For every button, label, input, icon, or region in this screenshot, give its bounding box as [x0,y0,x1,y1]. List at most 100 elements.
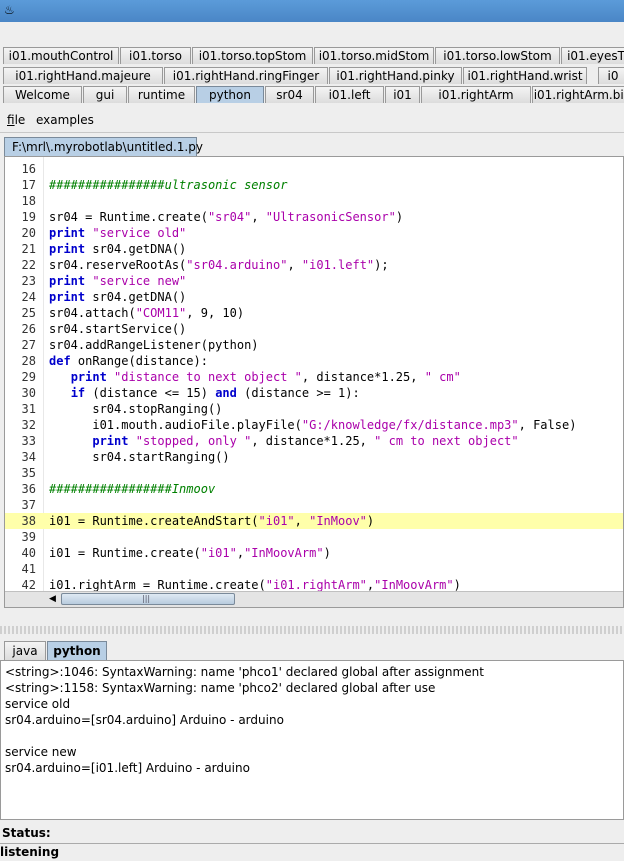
line-number: 27 [21,338,36,352]
tab-i01-left[interactable]: i01.left [315,86,384,103]
code-line[interactable]: 26 sr04.startService() [5,321,623,337]
code-line[interactable]: 23 print "service new" [5,273,623,289]
code-line[interactable]: 36 #################Inmoov [5,481,623,497]
line-number: 37 [21,498,36,512]
code-line[interactable]: 16 [5,161,623,177]
line-number: 21 [21,242,36,256]
code-text: print "service old" [49,226,187,240]
editor-file-tab[interactable]: F:\mrl\.myrobotlab\untitled.1.py [4,137,203,156]
tab-i01[interactable]: i01 [385,86,420,103]
tab-java[interactable]: java [4,641,46,660]
line-number: 25 [21,306,36,320]
code-line[interactable]: 35 [5,465,623,481]
tab-i01-righthand-ringfinger[interactable]: i01.rightHand.ringFinger [164,67,328,84]
tab-runtime[interactable]: runtime [128,86,195,103]
code-text: i01.mouth.audioFile.playFile("G:/knowled… [49,418,577,432]
menu-file[interactable]: file [7,113,25,127]
scrollbar-thumb[interactable]: ||| [61,593,235,605]
code-line[interactable]: 33 print "stopped, only ", distance*1.25… [5,433,623,449]
code-line[interactable]: 20 print "service old" [5,225,623,241]
tab-i01-righthand-pinky[interactable]: i01.rightHand.pinky [329,67,462,84]
line-number: 16 [21,162,36,176]
code-text: sr04.attach("COM11", 9, 10) [49,306,245,320]
status-divider [0,843,624,844]
code-line[interactable]: 17 ################ultrasonic sensor [5,177,623,193]
code-line[interactable]: 24 print sr04.getDNA() [5,289,623,305]
tab-i01-torso-midstom[interactable]: i01.torso.midStom [314,47,434,64]
code-text: #################Inmoov [49,482,216,496]
tab-i01-rightarm-bic[interactable]: i01.rightArm.bic [532,86,624,103]
java-app-icon: ♨ [4,3,15,17]
tab-i01-eyest[interactable]: i01.eyesT [561,47,624,64]
code-text: if (distance <= 15) and (distance >= 1): [70,386,360,400]
code-line[interactable]: 25 sr04.attach("COM11", 9, 10) [5,305,623,321]
code-editor[interactable]: 16 17 ################ultrasonic sensor 18 1… [4,156,624,608]
code-text: def onRange(distance): [49,354,208,368]
status-label: Status: [2,826,51,840]
code-text: print sr04.getDNA() [49,242,187,256]
code-text: sr04.reserveRootAs("sr04.arduino", "i01.… [49,258,389,272]
tab-i01-righthand-majeure[interactable]: i01.rightHand.majeure [3,67,163,84]
tab-welcome[interactable]: Welcome [3,86,82,103]
line-number: 34 [21,450,36,464]
code-line[interactable]: 27 sr04.addRangeListener(python) [5,337,623,353]
code-line[interactable]: 41 [5,561,623,577]
tab-row: Welcome gui runtime python sr04 i01.left i01 i0… [0,86,624,104]
line-number: 39 [21,530,36,544]
code-line[interactable]: 40 i01 = Runtime.create("i01","InMoovArm"… [5,545,623,561]
line-number: 36 [21,482,36,496]
line-number: 31 [21,402,36,416]
tab-i01-mouthcontrol[interactable]: i01.mouthControl [3,47,119,64]
tab-row: i01.rightHand.majeure i01.rightHand.ringF… [0,67,624,85]
code-text: print "distance to next object ", distan… [70,370,461,384]
code-text: sr04 = Runtime.create("sr04", "Ultrasoni… [49,210,404,224]
horizontal-scrollbar[interactable]: ◀ ||| [5,591,623,607]
console-line: <string>:1046: SyntaxWarning: name 'phco… [5,665,484,679]
menu-examples[interactable]: examples [36,113,94,127]
tab-i01-torso[interactable]: i01.torso [120,47,191,64]
menu-bar: file examples [0,110,624,133]
tab-gui[interactable]: gui [83,86,127,103]
code-line[interactable]: 32 i01.mouth.audioFile.playFile("G:/know… [5,417,623,433]
code-line[interactable]: 37 [5,497,623,513]
code-line[interactable]: 30 if (distance <= 15) and (distance >= … [5,385,623,401]
tab-i01-torso-lowstom[interactable]: i01.torso.lowStom [435,47,560,64]
tab-i01-rightarm[interactable]: i01.rightArm [421,86,531,103]
line-number: 24 [21,290,36,304]
code-line[interactable]: 34 sr04.startRanging() [5,449,623,465]
line-number: 35 [21,466,36,480]
python-console-output[interactable]: <string>:1046: SyntaxWarning: name 'phco… [0,660,624,820]
code-line[interactable]: 21 print sr04.getDNA() [5,241,623,257]
code-line[interactable]: 29 print "distance to next object ", dis… [5,369,623,385]
tab-python[interactable]: python [196,86,264,103]
window-titlebar[interactable]: ♨ [0,0,624,22]
tab-i01-torso-topstom[interactable]: i01.torso.topStom [192,47,313,64]
scroll-left-arrow-icon[interactable]: ◀ [49,594,56,604]
split-pane-divider[interactable] [0,626,624,634]
tab-i0[interactable]: i0 [598,67,624,84]
code-line[interactable]: 28 def onRange(distance): [5,353,623,369]
code-text: i01 = Runtime.create("i01","InMoovArm") [49,546,331,560]
code-text: print "service new" [49,274,187,288]
code-line[interactable]: 19 sr04 = Runtime.create("sr04", "Ultraso… [5,209,623,225]
tab-python-console[interactable]: python [47,641,107,660]
line-number: 32 [21,418,36,432]
line-number: 20 [21,226,36,240]
line-number: 17 [21,178,36,192]
code-line[interactable]: 18 [5,193,623,209]
line-number: 41 [21,562,36,576]
tab-row: i01.mouthControl i01.torso i01.torso.topSt… [0,47,624,65]
code-text: sr04.addRangeListener(python) [49,338,259,352]
code-line[interactable]: 31 sr04.stopRanging() [5,401,623,417]
code-line[interactable]: 38 i01 = Runtime.createAndStart("i01", "I… [5,513,623,529]
tab-sr04[interactable]: sr04 [265,86,314,103]
code-line[interactable]: 39 [5,529,623,545]
line-number: 22 [21,258,36,272]
code-line[interactable]: 22 sr04.reserveRootAs("sr04.arduino", "i0… [5,257,623,273]
code-text: i01 = Runtime.createAndStart("i01", "InM… [49,514,375,528]
console-line: sr04.arduino=[i01.left] Arduino - arduin… [5,761,250,775]
tab-i01-righthand-wrist[interactable]: i01.rightHand.wrist [463,67,587,84]
line-number: 38 [21,514,36,528]
line-number: 28 [21,354,36,368]
